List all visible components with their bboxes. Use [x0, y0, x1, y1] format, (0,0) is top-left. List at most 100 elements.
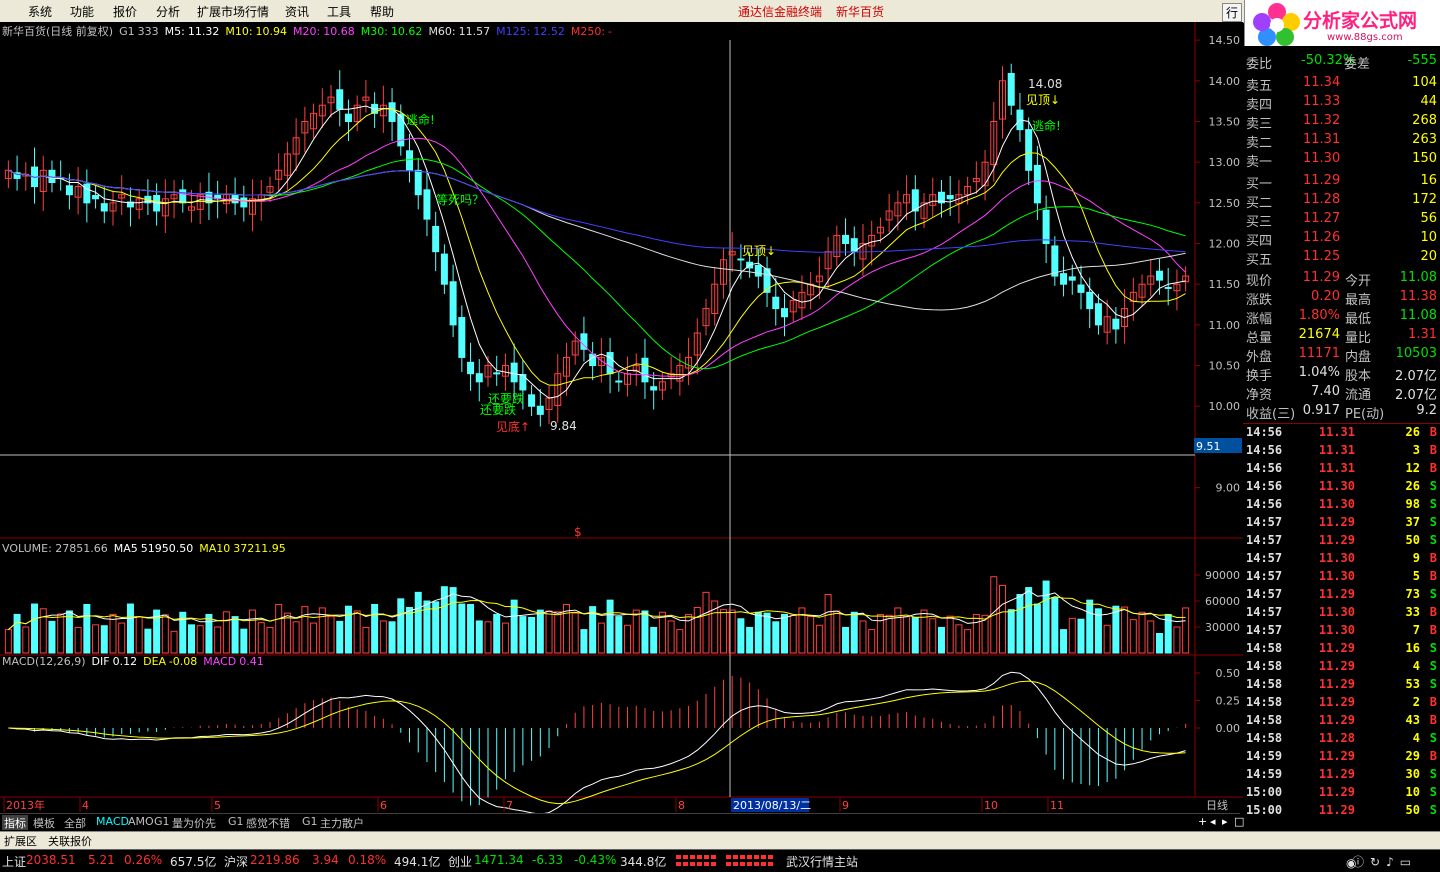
menu-function[interactable]: 功能	[70, 3, 94, 20]
volume-bar	[842, 626, 850, 654]
quote-row: 14:57 11.30 9 B	[1243, 550, 1440, 568]
panel-icon[interactable]: □	[1232, 815, 1246, 830]
tick-volume: 50	[1405, 533, 1420, 547]
server-station[interactable]: 武汉行情主站	[786, 853, 858, 870]
book-volume: 20	[1420, 249, 1437, 264]
tick-time: 14:56	[1246, 461, 1283, 475]
stat-label: 总量	[1246, 331, 1273, 346]
indicator-tab[interactable]: 主力散户	[318, 815, 366, 830]
tick-side: B	[1429, 443, 1437, 457]
menu-help[interactable]: 帮助	[370, 3, 394, 20]
scroll-left-icon[interactable]: ◂	[1208, 815, 1218, 830]
stat-label: 净资	[1246, 388, 1273, 403]
indicator-value: -	[608, 25, 612, 38]
sh-percent: 0.26%	[124, 853, 163, 867]
book-volume: 268	[1412, 113, 1437, 128]
stat-label: 今开	[1345, 274, 1372, 289]
sh-value: 2038.51	[26, 853, 76, 867]
extension-tabs: 扩展区 关联报价	[0, 831, 1440, 850]
menu-extended-market[interactable]: 扩展市场行情	[197, 3, 269, 20]
indicator-name: M125:	[496, 25, 530, 38]
indicator-tab[interactable]: G1	[226, 815, 246, 830]
logo-url: www.88gs.com	[1327, 32, 1403, 43]
chart-area[interactable]: 14.50 14.00 13.50 13.00 12.50 12.00 11.50 11.00…	[0, 22, 1243, 813]
indicator-tab[interactable]: G1	[300, 815, 320, 830]
cy-amount: 344.8亿	[620, 855, 667, 869]
tick-volume: 53	[1405, 677, 1420, 691]
tick-price: 11.29	[1318, 677, 1355, 691]
indicator-tab[interactable]: 全部	[62, 815, 88, 830]
candle-body	[449, 281, 457, 326]
tick-side: S	[1429, 731, 1437, 745]
book-label: 买三	[1246, 215, 1273, 230]
book-price: 11.31	[1303, 132, 1341, 147]
menu-info[interactable]: 资讯	[285, 3, 309, 20]
tick-volume: 29	[1405, 749, 1420, 763]
annotation-label: 还要跌	[480, 402, 516, 417]
tick-price: 11.29	[1318, 767, 1355, 781]
volume-bar	[126, 603, 134, 654]
scroll-right-icon[interactable]: ▸	[1220, 815, 1230, 830]
stat-value: 1.80%	[1298, 308, 1340, 323]
quote-view-button[interactable]: 行	[1222, 3, 1243, 22]
minimize-icon[interactable]: ▭	[1400, 855, 1411, 869]
tick-side: S	[1429, 515, 1437, 529]
menu-system[interactable]: 系统	[28, 3, 52, 20]
volume-bar	[1086, 599, 1094, 654]
volume-bar	[187, 624, 195, 654]
stat-label: 现价	[1246, 274, 1273, 289]
candle-body	[510, 362, 518, 383]
volume-bar	[406, 607, 414, 654]
candle-body	[842, 234, 850, 245]
menu-tools[interactable]: 工具	[327, 3, 351, 20]
tab-related-quotes[interactable]: 关联报价	[48, 833, 92, 849]
candle-body	[772, 296, 780, 310]
candle-body	[615, 380, 623, 383]
x-tick-label: 2013年	[6, 798, 45, 812]
bell-icon[interactable]: ♪	[1386, 855, 1394, 869]
tick-time: 14:56	[1246, 425, 1283, 439]
volume-bar	[432, 601, 440, 654]
stat-label: 内盘	[1345, 350, 1372, 365]
volume-bar	[580, 629, 588, 654]
tick-time: 14:58	[1246, 695, 1283, 709]
indicator-tab[interactable]: 模板	[31, 815, 57, 830]
candle-body	[650, 386, 658, 391]
volume-bar	[911, 616, 919, 654]
indicator-tab[interactable]: 量为价先	[170, 815, 218, 830]
stat-value: 0.20	[1311, 289, 1340, 304]
stock-title: 新华百货(日线 前复权)	[2, 24, 113, 38]
menu-quote[interactable]: 报价	[113, 3, 137, 20]
indicator-value: 10.68	[323, 25, 355, 38]
x-tick-label: 8	[678, 799, 685, 812]
candle-body	[606, 352, 614, 375]
sh-amount: 657.5亿	[170, 855, 217, 869]
book-label: 卖五	[1246, 79, 1273, 94]
indicator-tab[interactable]: 感觉不错	[244, 815, 292, 830]
stat-label: 流通	[1345, 388, 1372, 403]
quote-row: 卖四 11.33 44	[1243, 93, 1440, 113]
indicator-value: 333	[138, 25, 159, 38]
volume-bar	[763, 612, 771, 654]
menu-analysis[interactable]: 分析	[156, 3, 180, 20]
refresh-icon[interactable]: ↻	[1370, 855, 1380, 869]
app-title: 通达信金融终端	[738, 5, 823, 19]
quote-row: 14:56 11.31 26 B	[1243, 424, 1440, 442]
tick-volume: 12	[1405, 461, 1420, 475]
indicator-tab[interactable]: G1	[152, 815, 172, 830]
book-label: 卖三	[1246, 117, 1273, 132]
globe-icon[interactable]: ◉	[1346, 856, 1356, 870]
quote-row: 14:56 11.31 12 B	[1243, 460, 1440, 478]
volume-bar	[1042, 580, 1050, 654]
stat-value: 11.08	[1399, 308, 1437, 323]
volume-bar	[1112, 605, 1120, 654]
tick-price: 11.29	[1318, 641, 1355, 655]
indicator-tab[interactable]: 指标	[2, 815, 28, 830]
volume-tick-label: 90000	[1205, 569, 1240, 582]
tab-extension-area[interactable]: 扩展区	[4, 833, 37, 849]
annotation-label: 见顶↓	[1026, 93, 1060, 107]
quote-row: 14:59 11.29 30 S	[1243, 766, 1440, 784]
candle-body	[1060, 273, 1068, 285]
tick-time: 14:57	[1246, 533, 1283, 547]
quote-row: 14:58 11.28 4 S	[1243, 730, 1440, 748]
